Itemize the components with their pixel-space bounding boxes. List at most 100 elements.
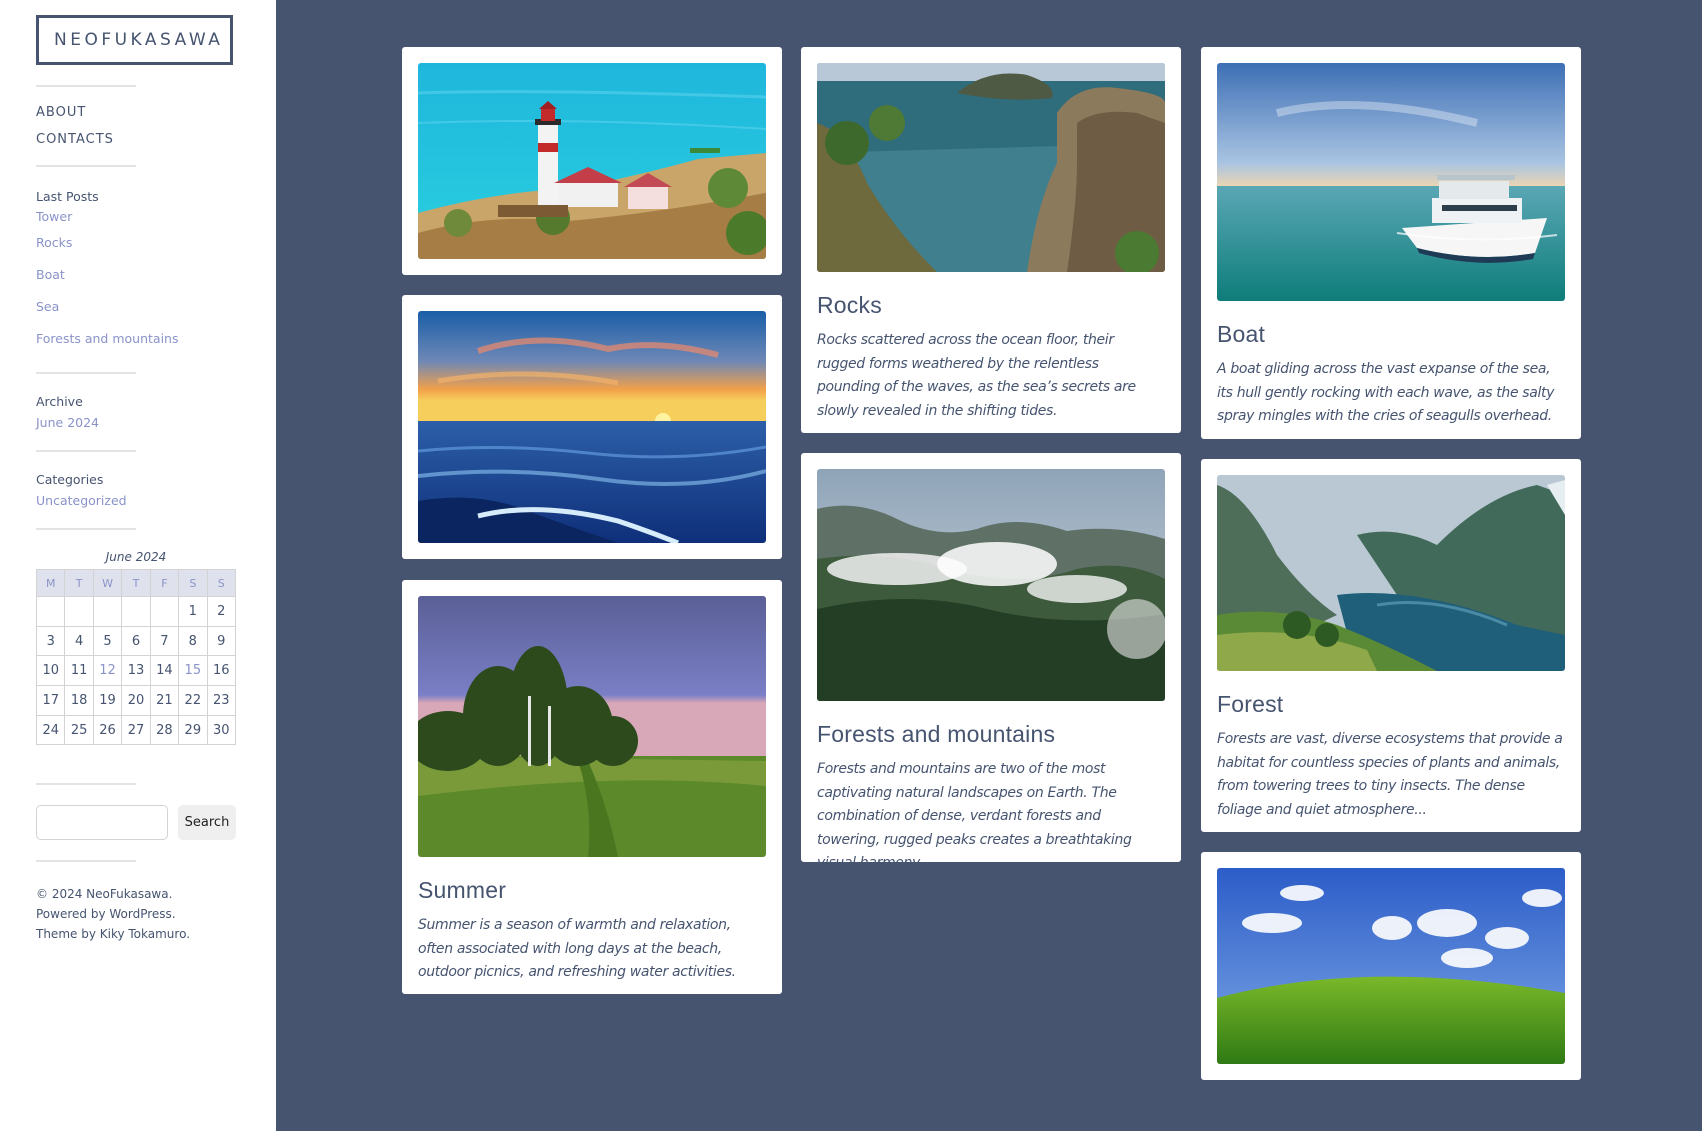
boat-sea-photo[interactable] — [1217, 63, 1565, 301]
calendar-day-header: W — [92, 569, 123, 597]
post-card-summer[interactable]: Summer Summer is a season of warmth and … — [402, 580, 782, 994]
post-link-rocks[interactable]: Rocks — [36, 227, 276, 259]
post-title[interactable]: Summer — [418, 877, 766, 904]
calendar-day: 30 — [206, 714, 237, 746]
calendar-day: 2 — [206, 596, 237, 627]
category-link-uncategorized[interactable]: Uncategorized — [36, 490, 276, 511]
post-title[interactable]: Rocks — [817, 292, 1165, 319]
calendar-week-row: 10 11 12 13 14 15 16 — [35, 655, 237, 687]
post-card-forest[interactable]: Forest Forests are vast, diverse ecosyst… — [1201, 459, 1581, 832]
divider — [36, 85, 136, 87]
powered-by-text: Powered by WordPress. — [36, 907, 176, 922]
fjord-forest-photo[interactable] — [1217, 475, 1565, 671]
calendar-day: 28 — [149, 714, 180, 746]
calendar-day[interactable]: 12 — [92, 655, 123, 687]
post-card-hill[interactable] — [1201, 852, 1581, 1080]
rocky-cliffs-photo[interactable] — [817, 63, 1165, 272]
search-input[interactable] — [36, 805, 168, 841]
calendar-week-row: 17 18 19 20 21 22 23 — [35, 685, 237, 716]
calendar-day: 3 — [35, 625, 66, 657]
post-excerpt: Forests and mountains are two of the mos… — [817, 761, 1132, 871]
calendar-day: 4 — [64, 625, 94, 657]
calendar-day: 14 — [149, 655, 180, 687]
post-card-tower[interactable] — [402, 47, 782, 275]
calendar-widget: June 2024 M T W T F S S 1 2 3 4 5 6 7 8 9 10 11 12 1… — [35, 550, 276, 746]
calendar-day-header: S — [206, 569, 237, 597]
divider — [36, 372, 136, 374]
search-form: Search — [36, 805, 276, 841]
post-card-forests-and-mountains[interactable]: Forests and mountains Forests and mounta… — [801, 453, 1181, 871]
post-excerpt: Forests are vast, diverse ecosystems tha… — [1217, 731, 1563, 818]
nav-contacts[interactable]: CONTACTS — [36, 126, 276, 153]
post-title[interactable]: Boat — [1217, 321, 1565, 348]
calendar-empty-cell — [35, 596, 66, 627]
divider — [36, 783, 136, 786]
calendar-day: 20 — [121, 685, 151, 716]
calendar-day[interactable]: 15 — [178, 655, 208, 687]
post-card-rocks[interactable]: Rocks Rocks scattered across the ocean f… — [801, 47, 1181, 433]
calendar-empty-cell — [92, 596, 123, 627]
calendar-day: 26 — [92, 714, 123, 746]
calendar-day: 8 — [178, 625, 208, 657]
calendar-day: 23 — [206, 685, 237, 716]
calendar-day: 19 — [92, 685, 123, 716]
calendar-week-row: 3456789 — [35, 625, 237, 657]
calendar-day-header: F — [149, 569, 180, 597]
main-nav: ABOUT CONTACTS — [36, 99, 276, 153]
calendar-day: 22 — [178, 685, 208, 716]
theme-credit-text: Theme by Kiky Tokamuro. — [36, 927, 191, 942]
post-link-tower[interactable]: Tower — [36, 207, 276, 227]
divider — [36, 165, 136, 167]
post-link-sea[interactable]: Sea — [36, 291, 276, 323]
site-logo[interactable]: NEOFUKASAWA — [36, 15, 233, 65]
calendar-empty-cell — [121, 596, 151, 627]
calendar-day: 25 — [64, 714, 94, 746]
post-link-forests-and-mountains[interactable]: Forests and mountains — [36, 323, 276, 355]
post-excerpt: Summer is a season of warmth and relaxat… — [418, 917, 736, 980]
calendar-day-header: M — [35, 569, 66, 597]
calendar-day: 18 — [64, 685, 94, 716]
calendar-day: 29 — [178, 714, 208, 746]
green-hill-photo[interactable] — [1217, 868, 1565, 1064]
calendar-empty-cell — [149, 596, 180, 627]
archive-widget: Archive June 2024 — [36, 392, 276, 433]
calendar-day: 5 — [92, 625, 123, 657]
nav-about[interactable]: ABOUT — [36, 99, 276, 126]
lighthouse-photo[interactable] — [418, 63, 766, 259]
categories-title: Categories — [36, 472, 104, 487]
search-button[interactable]: Search — [178, 805, 236, 841]
divider — [36, 528, 136, 530]
calendar-day: 17 — [35, 685, 66, 716]
footer: © 2024 NeoFukasawa. Powered by WordPress… — [36, 884, 276, 944]
calendar-day: 21 — [149, 685, 180, 716]
post-title[interactable]: Forests and mountains — [817, 721, 1165, 748]
calendar-table: M T W T F S S 1 2 3 4 5 6 7 8 9 10 11 12 13 14 15 16 17 1… — [35, 569, 237, 746]
calendar-day: 27 — [121, 714, 151, 746]
calendar-caption: June 2024 — [105, 550, 167, 564]
post-card-boat[interactable]: Boat A boat gliding across the vast expa… — [1201, 47, 1581, 439]
calendar-day: 11 — [64, 655, 94, 687]
calendar-day: 10 — [35, 655, 66, 687]
calendar-day: 16 — [206, 655, 237, 687]
misty-forest-photo[interactable] — [817, 469, 1165, 701]
post-excerpt: Rocks scattered across the ocean floor, … — [817, 332, 1136, 419]
categories-widget: Categories Uncategorized — [36, 470, 276, 511]
calendar-day: 7 — [149, 625, 180, 657]
calendar-day: 1 — [178, 596, 208, 627]
calendar-day: 9 — [206, 625, 237, 657]
post-link-boat[interactable]: Boat — [36, 259, 276, 291]
calendar-day-header: T — [64, 569, 94, 597]
calendar-empty-cell — [64, 596, 94, 627]
calendar-day: 13 — [121, 655, 151, 687]
post-card-sea[interactable] — [402, 295, 782, 559]
summer-field-photo[interactable] — [418, 596, 766, 857]
calendar-day-header: T — [121, 569, 151, 597]
archive-link-june-2024[interactable]: June 2024 — [36, 412, 276, 433]
calendar-week-row: 24 25 26 27 28 29 30 — [35, 714, 237, 746]
calendar-day: 6 — [121, 625, 151, 657]
sunset-sea-photo[interactable] — [418, 311, 766, 543]
calendar-day-header: S — [178, 569, 208, 597]
post-title[interactable]: Forest — [1217, 691, 1565, 718]
last-posts-title: Last Posts — [36, 189, 99, 204]
calendar-week-row: 12 — [35, 596, 237, 627]
